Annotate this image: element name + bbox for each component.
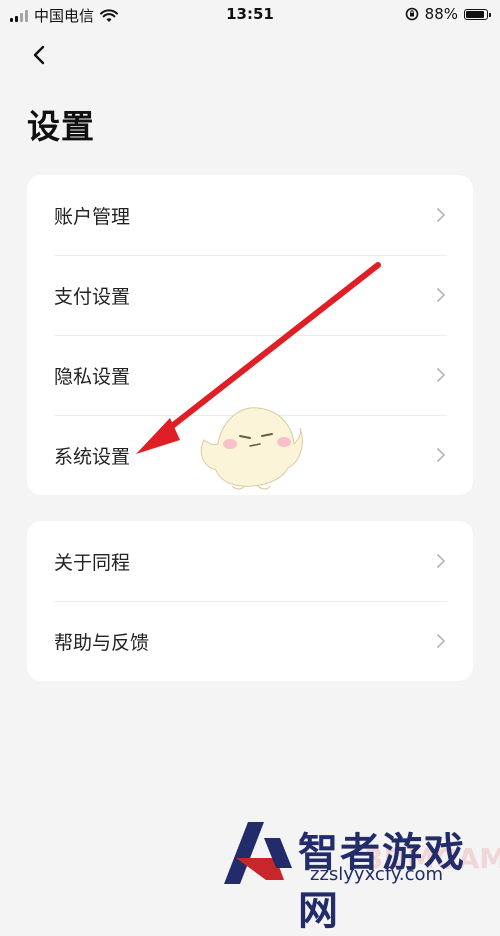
battery-icon: [464, 8, 491, 20]
chevron-right-icon: [437, 368, 445, 382]
settings-item-label: 帮助与反馈: [54, 631, 150, 654]
chevron-right-icon: [437, 554, 445, 568]
back-button[interactable]: [26, 40, 56, 70]
watermark-url: zzslyyxcfy.com: [310, 864, 444, 885]
settings-item-payment[interactable]: 支付设置: [27, 255, 473, 335]
settings-item-help[interactable]: 帮助与反馈: [27, 601, 473, 681]
settings-item-account[interactable]: 账户管理: [27, 175, 473, 255]
status-right: 88%: [405, 5, 491, 23]
chevron-right-icon: [437, 448, 445, 462]
page-title: 设置: [27, 107, 95, 146]
watermark-logo: [224, 822, 292, 884]
settings-item-label: 隐私设置: [54, 365, 131, 388]
battery-fill: [466, 10, 484, 18]
settings-item-label: 账户管理: [54, 205, 131, 228]
back-chevron-icon: [33, 45, 45, 65]
orientation-lock-icon: [405, 7, 418, 21]
battery-percent: 88%: [424, 5, 458, 23]
chevron-right-icon: [437, 288, 445, 302]
mascot-sticker: [200, 407, 303, 490]
settings-item-label: 关于同程: [54, 551, 131, 574]
chevron-right-icon: [437, 634, 445, 648]
settings-card-secondary: 关于同程 帮助与反馈: [27, 521, 473, 681]
settings-item-label: 支付设置: [54, 285, 131, 308]
settings-item-about[interactable]: 关于同程: [27, 521, 473, 601]
chevron-right-icon: [437, 208, 445, 222]
status-bar: 中国电信 13:51 88%: [0, 0, 500, 30]
